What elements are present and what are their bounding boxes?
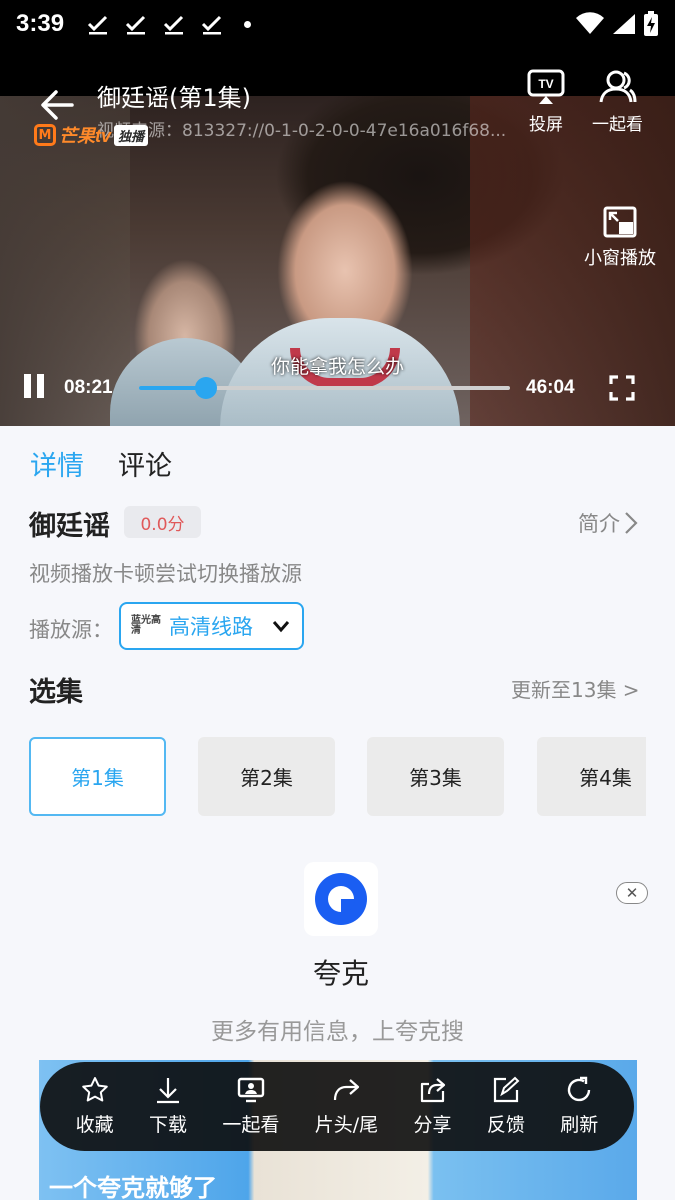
edit-icon [493, 1076, 520, 1103]
favorite-button[interactable]: 收藏 [76, 1076, 114, 1137]
source-value: 高清线路 [169, 615, 253, 639]
video-source-url: 视频来源：813327://0-1-0-2-0-0-47e16a016f68..… [97, 121, 507, 141]
system-icons [575, 11, 659, 37]
download-button[interactable]: 下载 [149, 1076, 187, 1137]
video-player[interactable]: 御廷谣(第1集) 视频来源：813327://0-1-0-2-0-0-47e16… [0, 48, 675, 426]
refresh-label: 刷新 [560, 1114, 599, 1136]
total-time: 46:04 [526, 377, 575, 398]
refresh-button[interactable]: 刷新 [560, 1076, 598, 1137]
ad-app-name[interactable]: 夸克 [0, 952, 675, 992]
download-done-icon [163, 15, 184, 35]
progress-bar[interactable] [139, 377, 510, 399]
status-bar: 3:39 [0, 0, 675, 48]
tab-comments[interactable]: 评论 [118, 444, 172, 483]
quark-mark-icon [315, 873, 367, 925]
intro-link[interactable]: 简介 [578, 508, 638, 538]
refresh-icon [568, 1076, 591, 1102]
episodes-title: 选集 [29, 677, 83, 708]
episode-list: 第1集 第2集 第3集 第4集 [29, 737, 646, 817]
episode-2-button[interactable]: 第2集 [198, 737, 335, 816]
detail-tabs: 详情 评论 [30, 444, 172, 483]
playback-tip: 视频播放卡顿尝试切换播放源 [29, 562, 302, 586]
back-arrow-icon[interactable] [36, 84, 78, 126]
download-done-icon [125, 15, 146, 35]
episode-4-button[interactable]: 第4集 [537, 737, 646, 816]
share-label: 分享 [413, 1114, 452, 1136]
ad-tagline: 更多有用信息，上夸克搜 [211, 1019, 464, 1045]
episode-1-button[interactable]: 第1集 [29, 737, 166, 816]
ad-banner-text: 一个夸克就够了 [49, 1174, 217, 1200]
quark-logo-icon[interactable] [304, 862, 378, 936]
star-icon [81, 1077, 108, 1102]
episodes-update-link[interactable]: 更新至13集 > [511, 674, 640, 703]
mgtv-logo: M 芒果tv 独播 [34, 122, 149, 148]
skip-arrow-icon [334, 1079, 360, 1101]
screen-people-icon [237, 1077, 265, 1103]
source-dropdown[interactable]: 蓝光高清 高清线路 [119, 602, 304, 650]
feedback-label: 反馈 [486, 1114, 525, 1136]
picture-in-picture-button[interactable]: 小窗播放 [584, 206, 656, 270]
signal-icon [613, 14, 635, 34]
ad-close-button[interactable]: ✕ [616, 882, 648, 904]
favorite-label: 收藏 [75, 1114, 114, 1136]
chevron-right-icon [625, 512, 638, 534]
skip-intro-outro-button[interactable]: 片头/尾 [315, 1076, 378, 1137]
status-time: 3:39 [16, 10, 65, 37]
chevron-down-icon [272, 621, 290, 633]
mgtv-logo-mark: M [34, 124, 56, 146]
progress-knob[interactable] [195, 377, 218, 399]
cast-label: 投屏 [529, 115, 563, 135]
watch-together-button[interactable]: 一起看 [592, 68, 643, 135]
watch-together-label: 一起看 [592, 115, 643, 135]
intro-label: 简介 [578, 512, 620, 536]
video-title: 御廷谣(第1集) [97, 84, 251, 112]
source-label: 播放源： [29, 618, 113, 642]
current-time: 08:21 [64, 377, 113, 398]
watch-together-toolbar-label: 一起看 [222, 1114, 280, 1136]
download-label: 下载 [149, 1114, 188, 1136]
more-notifications-icon [244, 20, 252, 28]
bluray-hd-icon: 蓝光高清 [131, 615, 161, 636]
pip-label: 小窗播放 [584, 248, 656, 269]
pip-icon [603, 206, 637, 238]
download-done-icon [201, 15, 222, 35]
people-icon [599, 70, 636, 103]
download-icon [157, 1078, 180, 1104]
episode-3-button[interactable]: 第3集 [367, 737, 504, 816]
watch-together-toolbar-button[interactable]: 一起看 [222, 1076, 279, 1137]
mgtv-logo-text: 芒果tv [59, 126, 112, 146]
wifi-icon [576, 12, 604, 34]
exclusive-badge: 独播 [114, 124, 149, 146]
score-badge: 0.0分 [124, 506, 201, 538]
tv-cast-icon: TV [527, 69, 565, 104]
cast-button[interactable]: TV 投屏 [526, 68, 566, 135]
share-button[interactable]: 分享 [414, 1076, 452, 1137]
share-icon [420, 1078, 445, 1103]
fullscreen-icon[interactable] [609, 375, 635, 401]
feedback-button[interactable]: 反馈 [487, 1076, 525, 1137]
pause-button[interactable] [24, 374, 48, 400]
battery-charging-icon [644, 11, 658, 36]
svg-text:TV: TV [538, 77, 553, 91]
notification-icons [86, 12, 252, 36]
player-controls: 08:21 46:04 [0, 368, 675, 408]
show-title: 御廷谣 [29, 511, 110, 542]
tab-details[interactable]: 详情 [30, 444, 84, 483]
bottom-toolbar: 收藏 下载 一起看 片头/尾 分享 反馈 刷新 [40, 1062, 634, 1151]
download-done-icon [87, 15, 108, 35]
skip-intro-outro-label: 片头/尾 [314, 1114, 379, 1136]
